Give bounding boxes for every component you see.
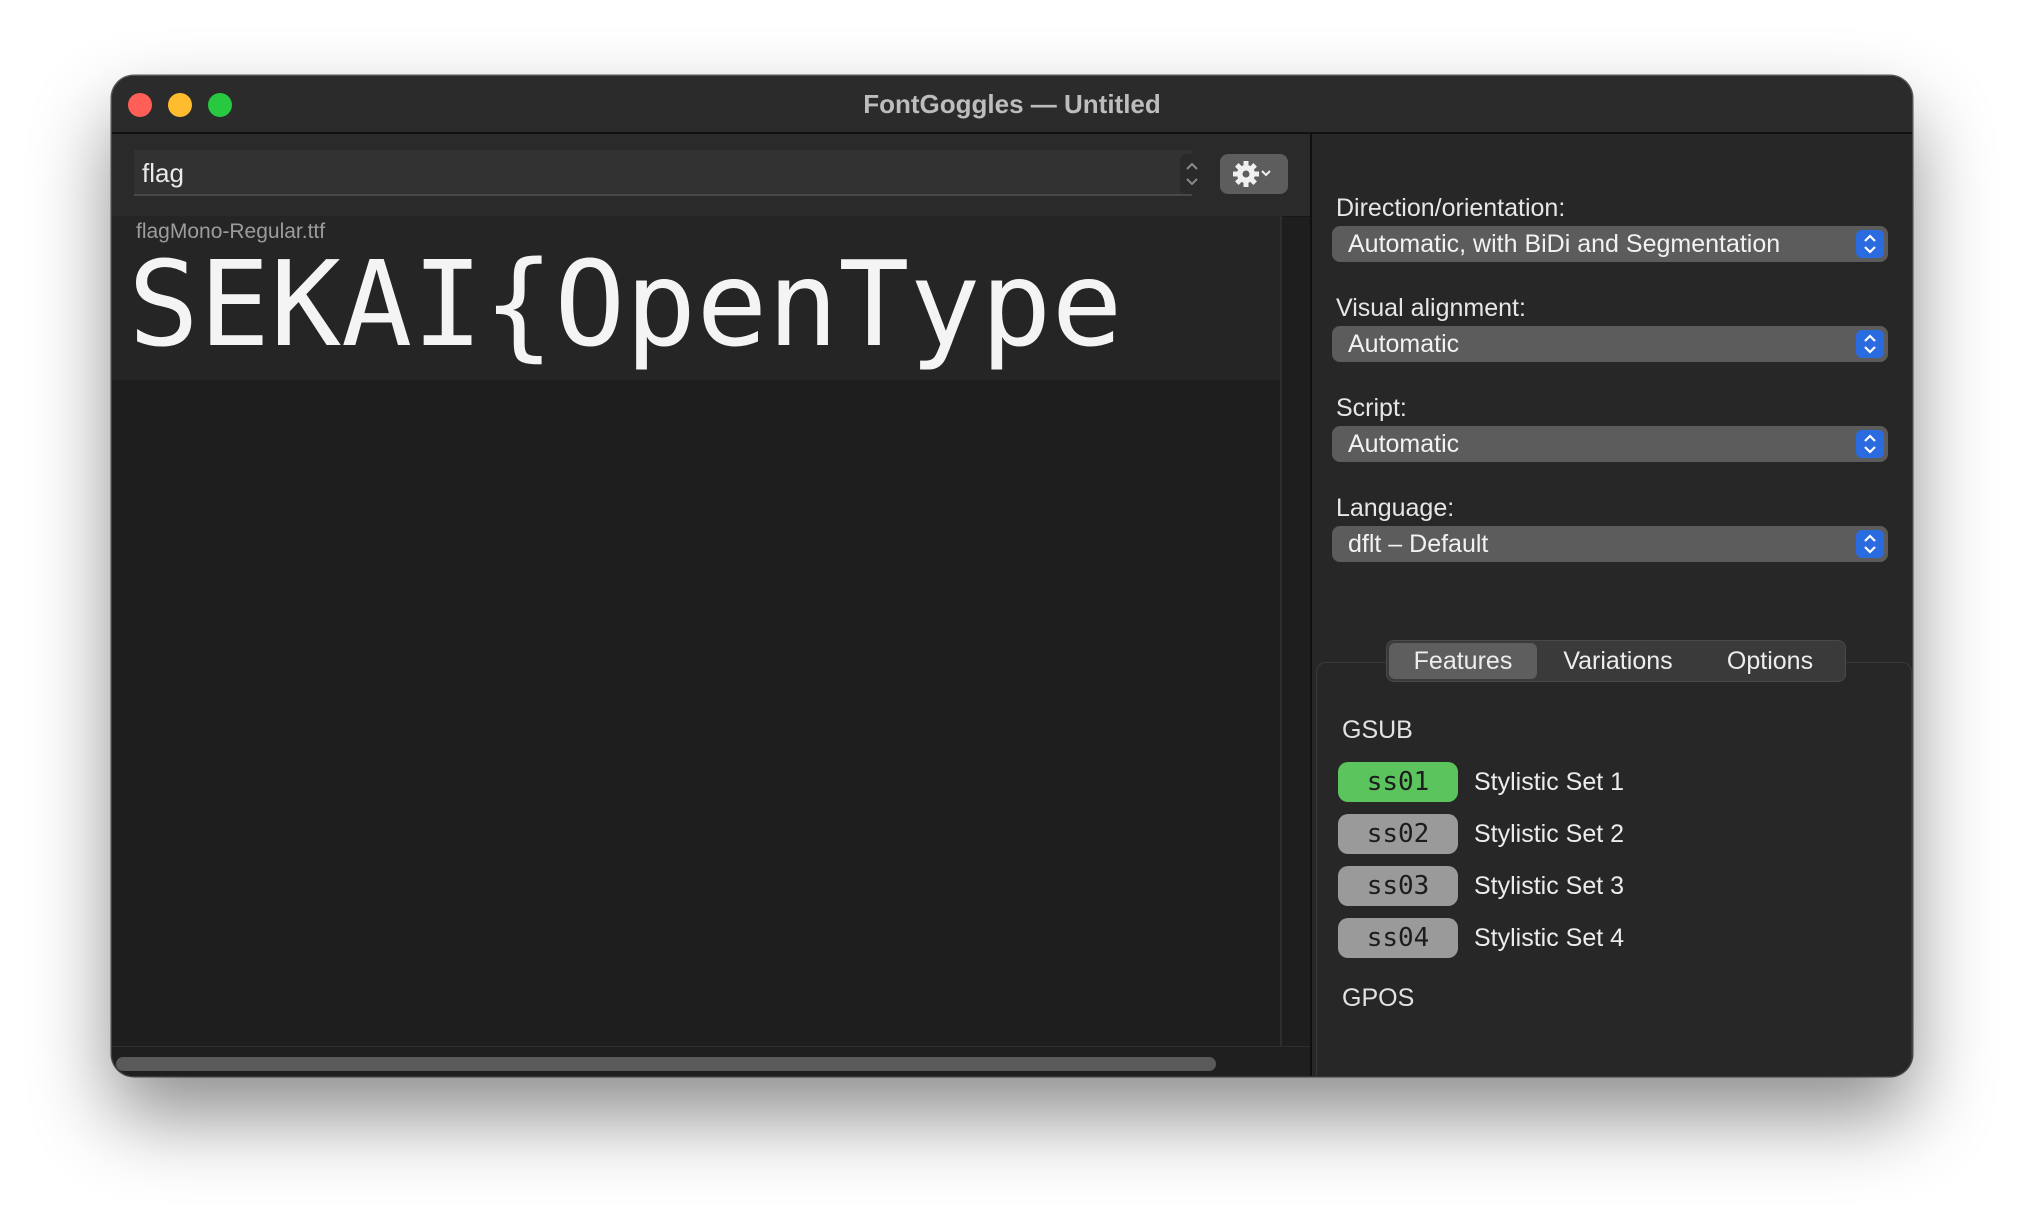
tab-features[interactable]: Features [1389,643,1537,679]
feature-label-ss01: Stylistic Set 1 [1474,768,1625,796]
vertical-scrollbar-track[interactable] [1280,216,1282,1050]
feature-tag-ss03[interactable]: ss03 [1338,866,1458,906]
preview-pane: flag flagMono-Regular.ttf SEKAI{OpenType [112,134,1310,1076]
gpos-section-title: GPOS [1342,984,1415,1012]
horizontal-scrollbar-thumb[interactable] [116,1057,1216,1071]
settings-menu-button[interactable] [1220,154,1288,194]
title-bar[interactable]: FontGoggles — Untitled [112,76,1912,134]
alignment-label: Visual alignment: [1336,294,1526,322]
feature-label-ss02: Stylistic Set 2 [1474,820,1625,848]
font-row[interactable]: flagMono-Regular.ttf SEKAI{OpenType [112,216,1280,380]
alignment-value: Automatic [1348,330,1460,358]
gear-icon [1233,161,1271,187]
popup-arrows-icon [1856,430,1884,458]
font-list[interactable]: flagMono-Regular.ttf SEKAI{OpenType [112,216,1280,1050]
popup-arrows-icon [1856,530,1884,558]
stepper-arrows-icon [1180,154,1204,194]
alignment-popup[interactable]: Automatic [1332,326,1888,362]
script-popup[interactable]: Automatic [1332,426,1888,462]
rendered-sample-text: SEKAI{OpenType [128,235,1123,373]
feature-label-ss03: Stylistic Set 3 [1474,872,1625,900]
feature-tag-ss02[interactable]: ss02 [1338,814,1458,854]
horizontal-scrollbar[interactable] [112,1046,1310,1076]
settings-sidebar: Direction/orientation: Automatic, with B… [1312,134,1912,1076]
direction-value: Automatic, with BiDi and Segmentation [1348,230,1781,258]
sample-text-input[interactable]: flag [134,150,1192,196]
language-value: dflt – Default [1348,530,1489,558]
script-value: Automatic [1348,430,1460,458]
direction-label: Direction/orientation: [1336,194,1566,222]
tab-variations[interactable]: Variations [1543,643,1693,679]
gsub-section-title: GSUB [1342,716,1413,744]
window-title: FontGoggles — Untitled [863,89,1161,119]
feature-tag-ss04[interactable]: ss04 [1338,918,1458,958]
chevron-down-icon [1261,170,1271,177]
feature-tag-ss01[interactable]: ss01 [1338,762,1458,802]
app-window: FontGoggles — Untitled flag flagMono-Reg… [112,76,1912,1076]
toolbar: flag [112,134,1310,217]
script-label: Script: [1336,394,1407,422]
tab-options[interactable]: Options [1697,643,1843,679]
direction-popup[interactable]: Automatic, with BiDi and Segmentation [1332,226,1888,262]
language-popup[interactable]: dflt – Default [1332,526,1888,562]
text-stepper[interactable] [1180,154,1204,194]
language-label: Language: [1336,494,1455,522]
popup-arrows-icon [1856,330,1884,358]
popup-arrows-icon [1856,230,1884,258]
tab-bar: Features Variations Options [1386,640,1846,682]
feature-label-ss04: Stylistic Set 4 [1474,924,1625,952]
